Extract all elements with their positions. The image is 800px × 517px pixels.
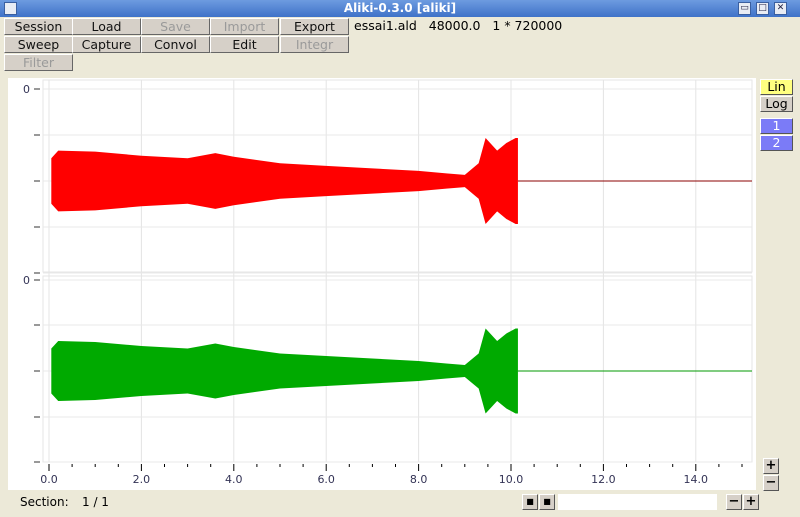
x-tick-label: 4.0 [225, 473, 243, 486]
x-tick-label: 8.0 [410, 473, 428, 486]
import-button[interactable]: Import [210, 18, 279, 35]
waveform-plot[interactable]: 0.0 2.0 4.0 6.0 8.0 10.0 12.0 14.0 0 0 [8, 78, 756, 490]
next-section-button[interactable]: ■ [539, 494, 555, 510]
x-tick-label: 2.0 [133, 473, 151, 486]
x-tick-label: 10.0 [499, 473, 524, 486]
channel-1-waveform [51, 137, 518, 225]
capture-button[interactable]: Capture [72, 36, 141, 53]
channel-2-waveform [51, 328, 518, 414]
log-button[interactable]: Log [760, 96, 793, 112]
filter-button[interactable]: Filter [4, 54, 73, 71]
section-value: 1 / 1 [82, 495, 109, 509]
close-button[interactable]: ✕ [774, 2, 787, 15]
window-title: Aliki-0.3.0 [aliki] [343, 1, 457, 15]
sweep-button[interactable]: Sweep [4, 36, 73, 53]
channel-1-button[interactable]: 1 [760, 118, 793, 134]
convol-button[interactable]: Convol [141, 36, 210, 53]
x-tick-label: 14.0 [684, 473, 709, 486]
save-button[interactable]: Save [141, 18, 210, 35]
file-info: essai1.ald 48000.0 1 * 720000 [354, 18, 562, 33]
sample-rate: 48000.0 [428, 18, 481, 33]
x-tick-label: 6.0 [317, 473, 335, 486]
export-button[interactable]: Export [280, 18, 349, 35]
prev-section-button[interactable]: ■ [522, 494, 538, 510]
edit-button[interactable]: Edit [210, 36, 279, 53]
zoom-out-x-button[interactable]: − [726, 494, 742, 510]
lin-button[interactable]: Lin [760, 79, 793, 95]
x-tick-label: 12.0 [591, 473, 616, 486]
load-button[interactable]: Load [72, 18, 141, 35]
zoom-in-y-button[interactable]: + [763, 458, 779, 474]
section-label: Section: [20, 495, 69, 509]
plot-panel[interactable]: 0.0 2.0 4.0 6.0 8.0 10.0 12.0 14.0 0 0 [8, 78, 756, 490]
channel-2-button[interactable]: 2 [760, 135, 793, 151]
zoom-out-y-button[interactable]: − [763, 475, 779, 491]
file-name: essai1.ald [354, 18, 417, 33]
integr-button[interactable]: Integr [280, 36, 349, 53]
minimize-button[interactable]: ▭ [738, 2, 751, 15]
x-tick-label: 0.0 [40, 473, 58, 486]
zoom-in-x-button[interactable]: + [743, 494, 759, 510]
y-tick-label: 0 [23, 274, 30, 287]
section-input[interactable] [558, 494, 717, 510]
title-bar: Aliki-0.3.0 [aliki] ▭ □ ✕ [0, 0, 800, 17]
file-size: 1 * 720000 [492, 18, 563, 33]
session-button[interactable]: Session [4, 18, 73, 35]
y-tick-label: 0 [23, 83, 30, 96]
maximize-button[interactable]: □ [756, 2, 769, 15]
